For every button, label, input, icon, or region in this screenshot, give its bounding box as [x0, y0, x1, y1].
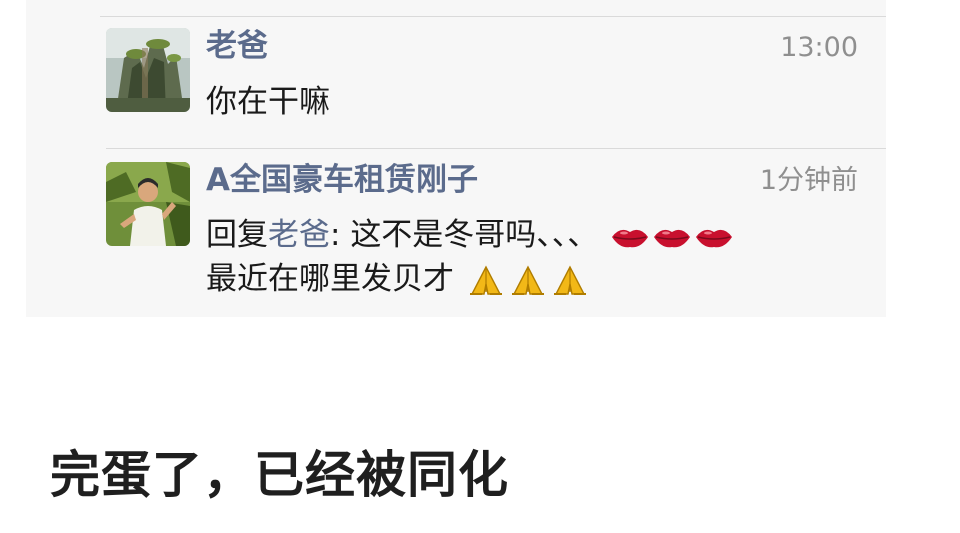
mountain-landscape-avatar-icon — [106, 28, 190, 112]
caption-text: 完蛋了，已经被同化 — [50, 446, 509, 504]
reply-colon: : — [330, 217, 351, 253]
comment-panel: 老爸 13:00 你在干嘛 A全国豪车租赁刚子 1分钟前 回复老爸: 这不是冬哥… — [26, 0, 886, 317]
top-divider — [100, 16, 886, 17]
sender-name[interactable]: A全国豪车租赁刚子 — [206, 160, 478, 200]
reply-prefix: 回复 — [206, 217, 268, 253]
praying-hands-icon — [553, 264, 586, 295]
lips-icon — [696, 229, 733, 247]
praying-hands-icon — [469, 264, 502, 295]
avatar[interactable] — [106, 162, 190, 246]
reply-text: 这不是冬哥吗、、、 — [350, 217, 599, 253]
timestamp: 13:00 — [780, 32, 858, 63]
avatar[interactable] — [106, 28, 190, 112]
reply-line-2: 最近在哪里发贝才 — [206, 258, 590, 300]
reply-target-name[interactable]: 老爸 — [268, 217, 330, 253]
reply-line-1: 回复老爸: 这不是冬哥吗、、、 — [206, 214, 734, 256]
lips-icon — [654, 229, 691, 247]
message-text: 你在干嘛 — [206, 84, 330, 120]
reply-text-continued: 最近在哪里发贝才 — [206, 261, 454, 297]
person-in-garden-avatar-icon — [106, 162, 190, 246]
praying-hands-icon — [511, 264, 544, 295]
sender-name[interactable]: 老爸 — [206, 26, 268, 66]
lips-icon — [612, 229, 649, 247]
message-divider — [106, 148, 886, 149]
timestamp: 1分钟前 — [759, 165, 858, 196]
